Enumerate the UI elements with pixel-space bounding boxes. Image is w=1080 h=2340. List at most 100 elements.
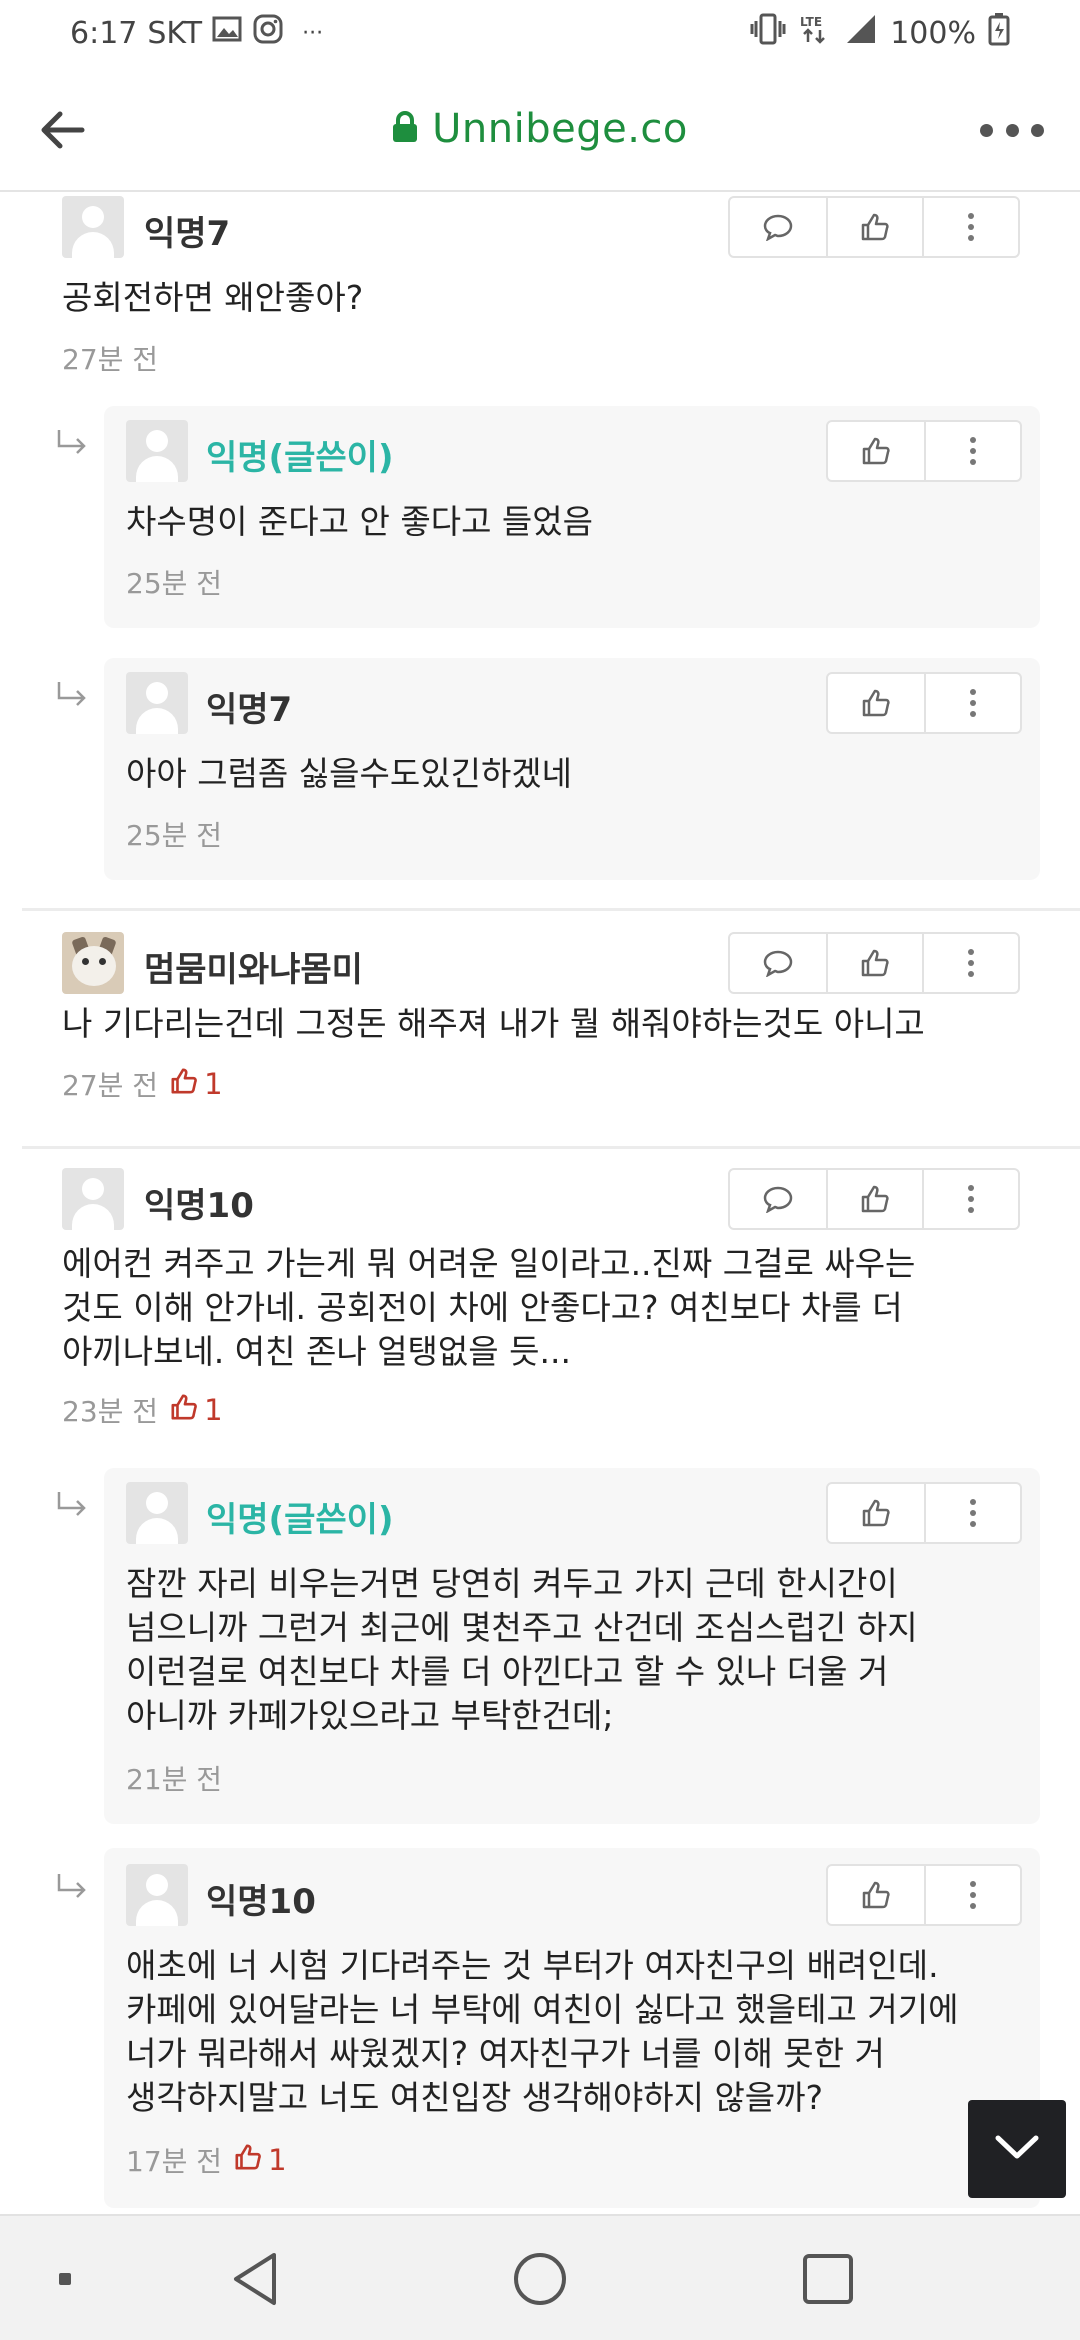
reply-actions bbox=[826, 1864, 1022, 1926]
comment-author: 멈뭄미와냐몸미 bbox=[144, 950, 363, 990]
text-line: 이런걸로 여친보다 차를 더 아낀다고 할 수 있나 더울 거 bbox=[126, 1652, 889, 1691]
like-number: 1 bbox=[268, 2143, 287, 2177]
reply-arrow-icon bbox=[56, 680, 90, 710]
like-count: 1 bbox=[170, 1393, 223, 1428]
reply-text: 아아 그럼좀 싫을수도있긴하겠네 bbox=[126, 754, 573, 793]
text-line: 아끼나보네. 여친 존나 얼탱없을 듯... bbox=[62, 1332, 571, 1371]
system-nav-bar bbox=[0, 2214, 1080, 2340]
avatar bbox=[62, 932, 124, 994]
timestamp: 21분 전 bbox=[126, 1763, 223, 1796]
kebab-menu-icon[interactable] bbox=[922, 1170, 1018, 1228]
more-indicator: ··· bbox=[302, 20, 324, 46]
clock: 6:17 bbox=[70, 15, 138, 51]
back-triangle-icon[interactable] bbox=[210, 2216, 300, 2340]
thumbs-up-icon[interactable] bbox=[826, 198, 922, 256]
reply-arrow-icon bbox=[56, 428, 90, 458]
timestamp: 25분 전 bbox=[126, 819, 223, 852]
carrier: SKT bbox=[147, 15, 203, 51]
comment-text: 나 기다리는건데 그정돈 해주져 내가 뭘 해줘야하는것도 아니고 bbox=[62, 1004, 925, 1043]
like-count: 1 bbox=[170, 1067, 223, 1102]
thumbs-up-icon[interactable] bbox=[828, 1866, 924, 1924]
comment-time: 27분 전 1 bbox=[62, 1064, 223, 1104]
thumbs-up-icon[interactable] bbox=[828, 1484, 924, 1542]
text-line: 애초에 너 시험 기다려주는 것 부터가 여자친구의 배려인데. bbox=[126, 1946, 939, 1985]
avatar bbox=[126, 420, 188, 482]
gallery-icon bbox=[212, 15, 242, 51]
avatar bbox=[126, 672, 188, 734]
kebab-menu-icon[interactable] bbox=[922, 198, 1018, 256]
more-dots-icon[interactable] bbox=[980, 108, 1044, 152]
browser-toolbar: Unnibege.co bbox=[0, 66, 1080, 192]
home-circle-icon[interactable] bbox=[494, 2216, 586, 2340]
reply-arrow-icon bbox=[56, 1490, 90, 1520]
reply-time: 17분 전 1 bbox=[126, 2140, 287, 2180]
thumbs-up-icon[interactable] bbox=[828, 422, 924, 480]
timestamp: 27분 전 bbox=[62, 343, 159, 376]
kebab-menu-icon[interactable] bbox=[922, 934, 1018, 992]
timestamp: 27분 전 bbox=[62, 1069, 159, 1102]
thumbs-up-icon bbox=[170, 1067, 198, 1102]
comment-list: 익명7 공회전하면 왜안좋아? 27분 전 익명(글쓴이) 차수명이 준다고 안… bbox=[0, 192, 1080, 2214]
text-line: 잠깐 자리 비우는거면 당연히 켜두고 가지 근데 한시간이 bbox=[126, 1564, 898, 1603]
overview-square-icon[interactable] bbox=[782, 2216, 874, 2340]
avatar bbox=[62, 196, 124, 258]
text-line: 것도 이해 안가네. 공회전이 차에 안좋다고? 여친보다 차를 더 bbox=[62, 1288, 903, 1327]
speech-bubble-icon[interactable] bbox=[730, 198, 826, 256]
reply-item: 익명10 애초에 너 시험 기다려주는 것 부터가 여자친구의 배려인데. 카페… bbox=[104, 1848, 1040, 2208]
reply-author: 익명(글쓴이) bbox=[206, 1500, 394, 1540]
url-text: Unnibege.co bbox=[432, 106, 688, 152]
text-line: 에어컨 켜주고 가는게 뭐 어려운 일이라고..진짜 그걸로 싸우는 bbox=[62, 1244, 916, 1283]
vibrate-icon bbox=[750, 12, 786, 54]
timestamp: 25분 전 bbox=[126, 567, 223, 600]
reply-time: 25분 전 bbox=[126, 562, 222, 602]
instagram-icon bbox=[252, 13, 284, 53]
divider bbox=[22, 1146, 1080, 1149]
comment-text: 공회전하면 왜안좋아? bbox=[62, 278, 364, 317]
reply-time: 25분 전 bbox=[126, 814, 222, 854]
text-line: 카페에 있어달라는 너 부탁에 여친이 싫다고 했을테고 거기에 bbox=[126, 1990, 959, 2029]
reply-actions bbox=[826, 672, 1022, 734]
reply-author: 익명(글쓴이) bbox=[206, 438, 394, 478]
comment-time: 27분 전 bbox=[62, 338, 158, 378]
scroll-down-button[interactable] bbox=[968, 2100, 1066, 2198]
avatar bbox=[62, 1168, 124, 1230]
status-right: LTE 100% bbox=[750, 12, 1010, 54]
kebab-menu-icon[interactable] bbox=[924, 674, 1020, 732]
lock-icon bbox=[392, 111, 418, 147]
thumbs-up-icon[interactable] bbox=[826, 934, 922, 992]
signal-icon bbox=[844, 13, 878, 53]
like-number: 1 bbox=[204, 1393, 223, 1427]
comment-actions bbox=[728, 1168, 1020, 1230]
timestamp: 17분 전 bbox=[126, 2145, 223, 2178]
avatar bbox=[126, 1864, 188, 1926]
reply-text: 애초에 너 시험 기다려주는 것 부터가 여자친구의 배려인데. 카페에 있어달… bbox=[126, 1944, 958, 2120]
comment-author: 익명10 bbox=[144, 1186, 254, 1226]
speech-bubble-icon[interactable] bbox=[730, 934, 826, 992]
reply-item: 익명7 아아 그럼좀 싫을수도있긴하겠네 25분 전 bbox=[104, 658, 1040, 880]
text-line: 아니까 카페가있으라고 부탁한건데; bbox=[126, 1696, 614, 1735]
timestamp: 23분 전 bbox=[62, 1395, 159, 1428]
text-line: 너가 뭐라해서 싸웠겠지? 여자친구가 너를 이해 못한 거 bbox=[126, 2034, 885, 2073]
thumbs-up-icon[interactable] bbox=[826, 1170, 922, 1228]
reply-item: 익명(글쓴이) 차수명이 준다고 안 좋다고 들었음 25분 전 bbox=[104, 406, 1040, 628]
battery-icon bbox=[988, 12, 1010, 54]
reply-text: 차수명이 준다고 안 좋다고 들었음 bbox=[126, 502, 593, 541]
reply-text: 잠깐 자리 비우는거면 당연히 켜두고 가지 근데 한시간이 넘으니까 그런거 … bbox=[126, 1562, 918, 1738]
recent-apps-dot-icon[interactable] bbox=[40, 2216, 90, 2340]
text-line: 넘으니까 그런거 최근에 몇천주고 산건데 조심스럽긴 하지 bbox=[126, 1608, 918, 1647]
battery-percent: 100% bbox=[890, 15, 976, 51]
thumbs-up-icon bbox=[170, 1393, 198, 1428]
like-number: 1 bbox=[204, 1067, 223, 1101]
svg-text:LTE: LTE bbox=[800, 15, 822, 29]
reply-actions bbox=[826, 1482, 1022, 1544]
kebab-menu-icon[interactable] bbox=[924, 1484, 1020, 1542]
kebab-menu-icon[interactable] bbox=[924, 1866, 1020, 1924]
address-bar[interactable]: Unnibege.co bbox=[0, 66, 1080, 192]
thumbs-up-icon[interactable] bbox=[828, 674, 924, 732]
comment-actions bbox=[728, 932, 1020, 994]
status-left: 6:17 SKT ··· bbox=[70, 13, 323, 53]
reply-author: 익명7 bbox=[206, 690, 293, 730]
kebab-menu-icon[interactable] bbox=[924, 422, 1020, 480]
speech-bubble-icon[interactable] bbox=[730, 1170, 826, 1228]
comment-text: 에어컨 켜주고 가는게 뭐 어려운 일이라고..진짜 그걸로 싸우는 것도 이해… bbox=[62, 1242, 915, 1374]
